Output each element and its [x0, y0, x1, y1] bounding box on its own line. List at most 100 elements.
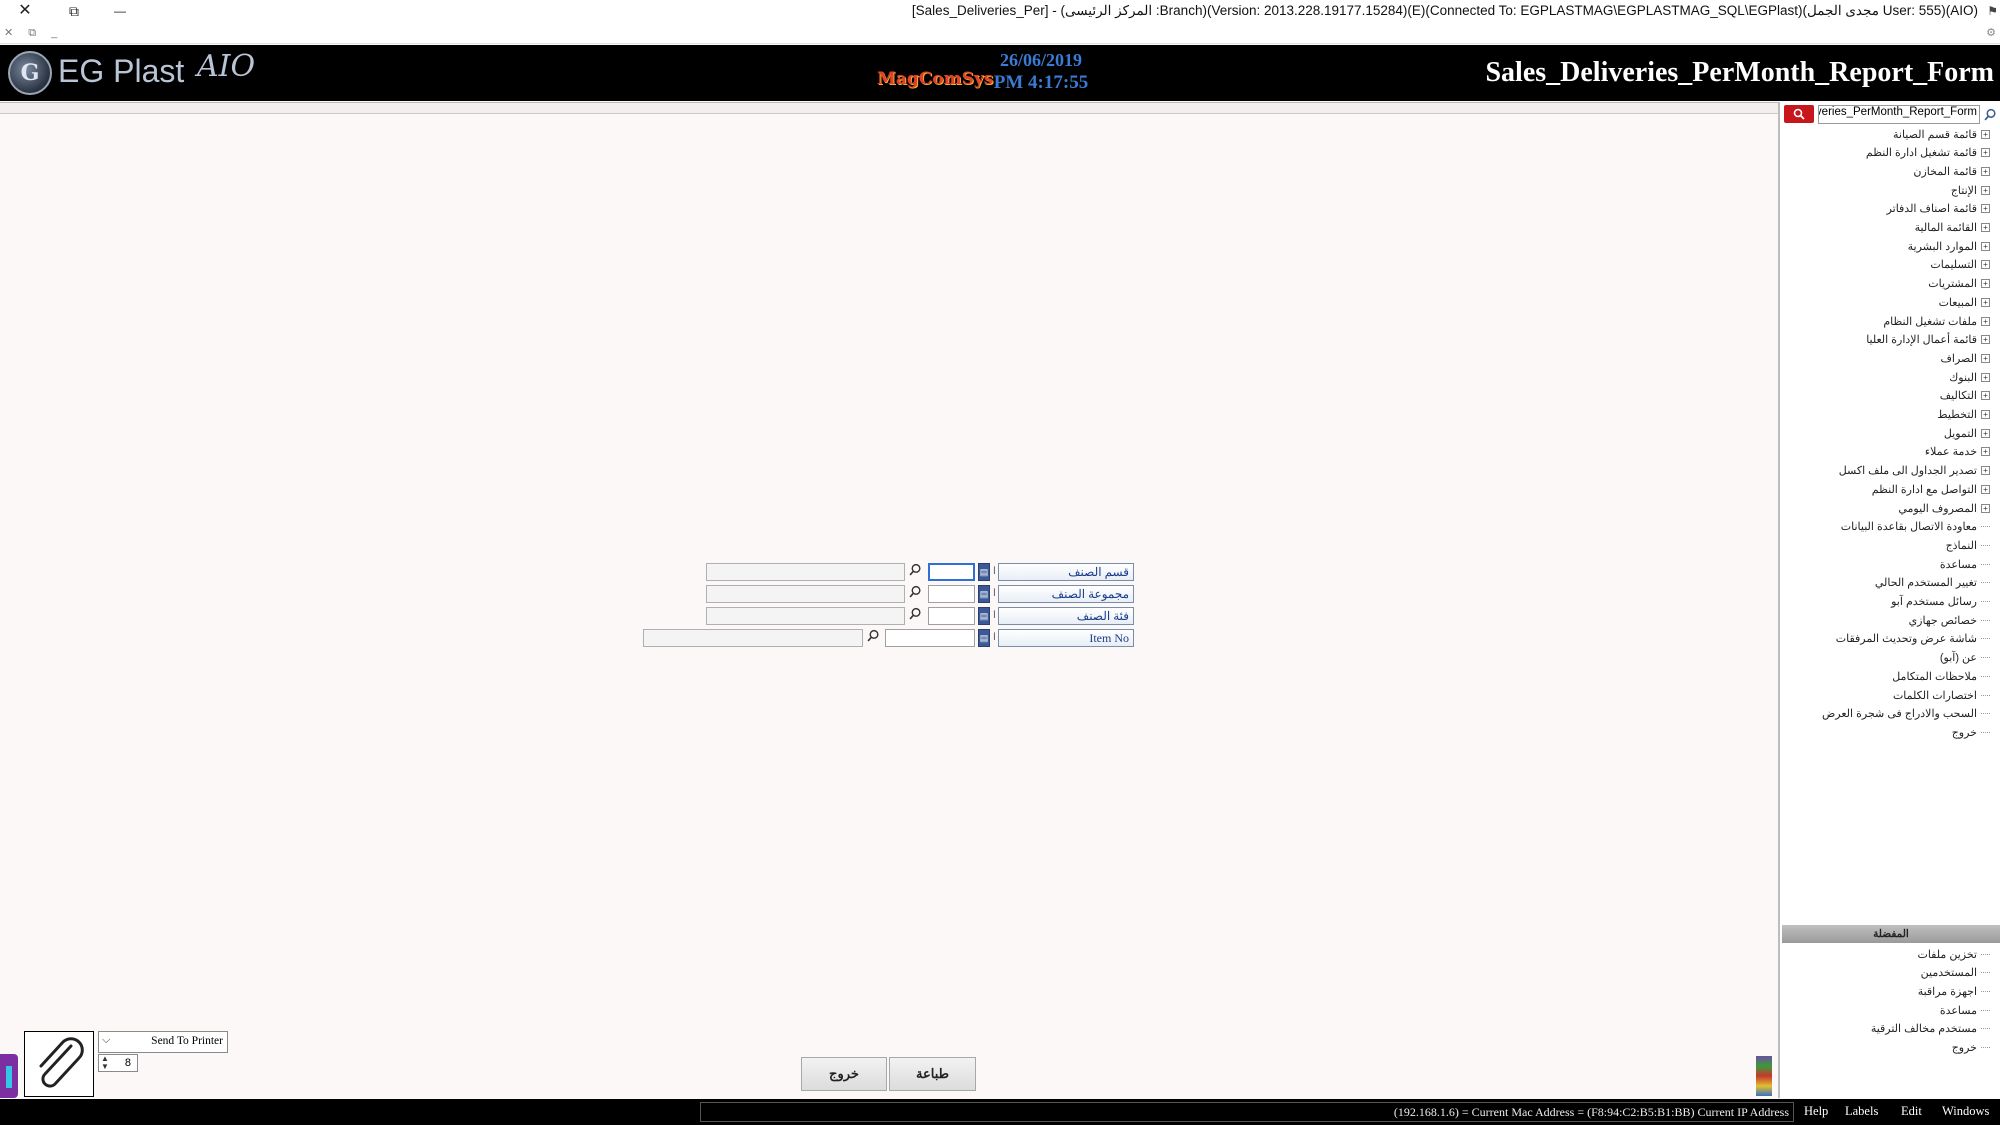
tree-connector: [1981, 619, 1990, 621]
expand-plus-icon: +: [1981, 484, 1990, 494]
search-icon[interactable]: [1982, 105, 1998, 123]
tree-item[interactable]: شاشة عرض وتحديث المرفقات: [1836, 630, 1990, 648]
tree-item[interactable]: + الصراف: [1941, 349, 1990, 367]
tree-item-label: المبيعات: [1938, 296, 1977, 309]
lookup-list-icon[interactable]: ▤: [978, 629, 990, 647]
tree-item[interactable]: + التكاليف: [1940, 387, 1990, 405]
search-icon[interactable]: [863, 629, 883, 647]
tree-item-label: التسليمات: [1930, 259, 1977, 272]
tree-item[interactable]: + التخطيط: [1937, 406, 1990, 424]
expand-plus-icon: +: [1981, 279, 1990, 289]
favorite-item[interactable]: مساعدة: [1940, 1001, 1990, 1019]
mdi-controls[interactable]: ✕ ⧉ _: [4, 26, 63, 40]
window-title: [Sales_Deliveries_Per] - (المركز الرئيسى…: [911, 3, 1978, 18]
tree-item-label: البنوك: [1949, 371, 1977, 384]
search-icon[interactable]: [905, 607, 925, 625]
tree-item[interactable]: + خدمة عملاء: [1925, 443, 1990, 461]
favorite-item[interactable]: المستخدمين: [1921, 964, 1990, 982]
restore-window-button[interactable]: ⧉: [52, 0, 96, 22]
tree-item[interactable]: خروج: [1952, 723, 1990, 741]
tree-item[interactable]: + التمويل: [1944, 424, 1990, 442]
tree-item-label: المستخدمين: [1920, 967, 1977, 980]
tree-item[interactable]: + قائمة تشغيل ادارة النظم: [1866, 144, 1990, 162]
favorite-item[interactable]: اجهزة مراقبة: [1918, 982, 1990, 1000]
group-row-code-input[interactable]: [928, 585, 975, 603]
search-icon[interactable]: [905, 563, 925, 581]
tree-item[interactable]: + التواصل مع ادارة النظم: [1872, 480, 1990, 498]
tree-item[interactable]: + المصروف اليومي: [1898, 499, 1990, 517]
menu-windows[interactable]: Windows: [1942, 1104, 1989, 1119]
tree-item[interactable]: مساعدة: [1940, 555, 1990, 573]
print-destination-select[interactable]: ⌵ Send To Printer: [98, 1031, 228, 1053]
expand-plus-icon: +: [1981, 372, 1990, 382]
tree-item[interactable]: رسائل مستخدم آبو: [1891, 593, 1990, 611]
tree-item[interactable]: + الموارد البشرية: [1908, 237, 1990, 255]
tree-item[interactable]: معاودة الاتصال بقاعدة البيانات: [1841, 518, 1990, 536]
form-top-strip: [0, 102, 1778, 114]
favorite-item[interactable]: تخزين ملفات: [1917, 945, 1990, 963]
tree-connector: [1981, 953, 1990, 955]
menu-labels[interactable]: Labels: [1845, 1104, 1878, 1119]
tree-item-label: التمويل: [1943, 427, 1977, 440]
search-icon: [1793, 108, 1805, 120]
stepper-arrows-icon[interactable]: ▲ ▼: [101, 1055, 109, 1071]
search-icon[interactable]: [905, 585, 925, 603]
print-button[interactable]: طباعة: [889, 1057, 976, 1091]
side-tab[interactable]: [0, 1054, 18, 1098]
tree-item[interactable]: + قائمة قسم الصيانة: [1893, 125, 1990, 143]
class-row-code-input[interactable]: [928, 607, 975, 625]
tree-item[interactable]: اختصارات الكلمات: [1893, 686, 1990, 704]
item-no-code-input[interactable]: [885, 629, 975, 647]
group-row-label: مجموعة الصنف: [998, 585, 1134, 603]
menu-search-input[interactable]: Sales_Deliveries_PerMonth_Report_Form: [1818, 105, 1980, 124]
tree-item[interactable]: عن (آبو): [1940, 649, 1990, 667]
tree-item[interactable]: + قائمة المخازن: [1913, 162, 1990, 180]
tree-item-label: تصدير الجداول الى ملف اكسل: [1838, 465, 1977, 478]
tree-item[interactable]: + البنوك: [1949, 368, 1990, 386]
favorites-header: المفضلة: [1782, 925, 2000, 943]
tree-connector: [1981, 675, 1990, 677]
tree-item[interactable]: + الإنتاج: [1951, 181, 1990, 199]
tree-connector: [1981, 972, 1990, 974]
expand-plus-icon: +: [1981, 335, 1990, 345]
tree-item-label: معاودة الاتصال بقاعدة البيانات: [1840, 521, 1977, 534]
tree-item-label: خروج: [1951, 1042, 1977, 1054]
tree-item[interactable]: ملاحظات المتكامل: [1892, 667, 1990, 685]
tree-item-label: خدمة عملاء: [1924, 446, 1977, 459]
expand-plus-icon: +: [1981, 428, 1990, 438]
lookup-list-icon[interactable]: ▤: [978, 563, 990, 581]
tree-item[interactable]: تغيير المستخدم الحالي: [1875, 574, 1990, 592]
menu-edit[interactable]: Edit: [1901, 1104, 1922, 1119]
app-header: G EG Plast AIO MagComSys 26/06/2019 PM 4…: [0, 45, 2000, 101]
copies-stepper[interactable]: ▲ ▼ 8: [98, 1054, 138, 1072]
flag-icon: ⚑: [1987, 4, 1998, 18]
tree-item[interactable]: + القائمة المالية: [1915, 219, 1990, 237]
tree-item[interactable]: + المشتريات: [1928, 275, 1990, 293]
tree-item[interactable]: + تصدير الجداول الى ملف اكسل: [1839, 462, 1990, 480]
tree-item[interactable]: + التسليمات: [1930, 256, 1990, 274]
close-window-button[interactable]: ✕: [3, 0, 47, 22]
tree-item[interactable]: + قائمة أعمال الإدارة العليا: [1866, 331, 1990, 349]
tree-item-label: خصائص جهازي: [1908, 614, 1977, 627]
minimize-window-button[interactable]: —: [98, 0, 142, 22]
tree-item[interactable]: السحب والادراج فى شجرة العرض: [1822, 705, 1990, 723]
tree-item[interactable]: + ملفات تشغيل النظام: [1883, 312, 1990, 330]
favorite-item[interactable]: مستخدم مخالف الترقية: [1871, 1020, 1990, 1038]
tree-item[interactable]: النماذج: [1946, 536, 1990, 554]
tree-item[interactable]: خصائص جهازي: [1909, 611, 1990, 629]
tree-item-label: ملاحظات المتكامل: [1892, 670, 1977, 683]
tree-item[interactable]: + قائمة اصناف الدفاتر: [1887, 200, 1990, 218]
settings-icon[interactable]: ⚙: [1986, 26, 1996, 39]
tree-item-label: الصراف: [1940, 352, 1977, 365]
lookup-list-icon[interactable]: ▤: [978, 585, 990, 603]
lookup-list-icon[interactable]: ▤: [978, 607, 990, 625]
exit-button[interactable]: خروج: [801, 1057, 887, 1091]
tree-item-label: المشتريات: [1928, 278, 1977, 291]
tree-item-label: مستخدم مخالف الترقية: [1870, 1023, 1977, 1036]
tree-item[interactable]: + المبيعات: [1939, 293, 1990, 311]
attachment-button[interactable]: [24, 1031, 94, 1097]
category-row-code-input[interactable]: [928, 563, 975, 581]
search-button[interactable]: [1784, 105, 1814, 123]
favorite-item[interactable]: خروج: [1952, 1039, 1990, 1057]
menu-help[interactable]: Help: [1804, 1104, 1828, 1119]
